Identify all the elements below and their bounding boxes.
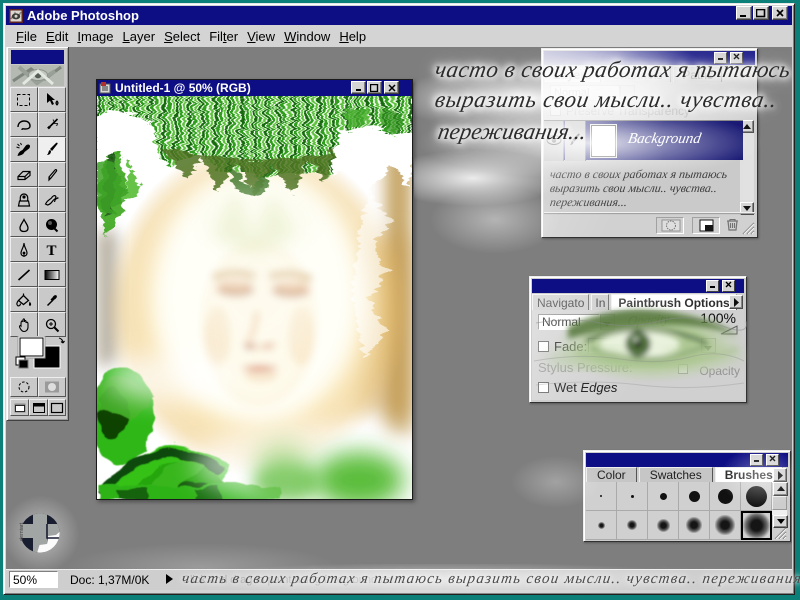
svg-text:demiart: demiart [19,522,25,541]
svg-text:T: T [47,243,57,257]
